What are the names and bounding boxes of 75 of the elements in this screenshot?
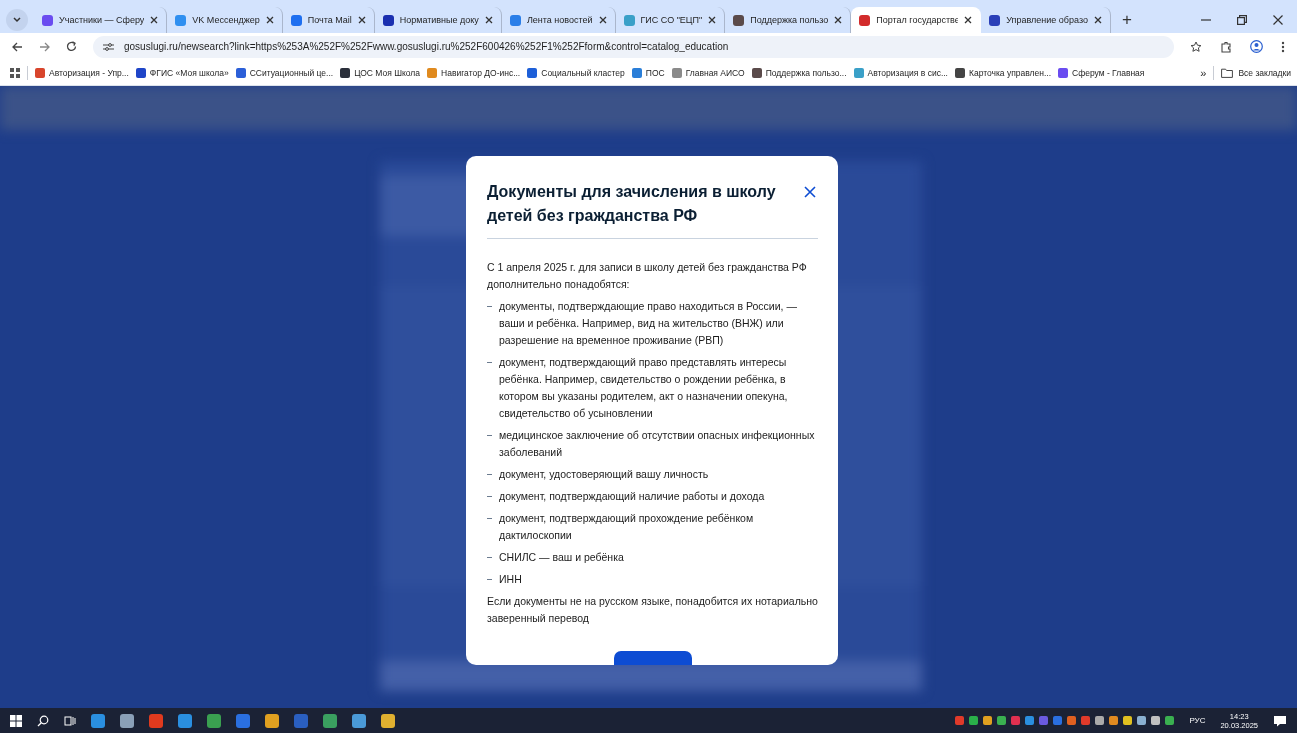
- tab-title: Лента новостей: [526, 15, 593, 25]
- menu-icon[interactable]: [1281, 40, 1285, 53]
- app-icon[interactable]: [91, 713, 105, 728]
- star-icon[interactable]: [1190, 40, 1202, 53]
- tab-title: VK Мессенджер: [192, 15, 260, 25]
- all-bookmarks-link[interactable]: Все закладки: [1238, 67, 1291, 78]
- restore-icon[interactable]: [1237, 15, 1247, 25]
- app-icon[interactable]: [352, 713, 366, 728]
- list-item-text: документ, подтверждающий прохождение ребёнком дактилоскопии: [499, 511, 755, 543]
- list-item-text: документ, удостоверяющий вашу личность: [499, 467, 709, 482]
- list-item-text: документ, подтверждающий наличие работы и дохода: [499, 489, 765, 504]
- close-icon[interactable]: [357, 16, 366, 24]
- bookmark-link[interactable]: Социальный кластер: [541, 67, 625, 78]
- windows-logo-icon[interactable]: [10, 714, 22, 727]
- bookmark-link[interactable]: ФГИС «Моя школа»: [149, 67, 229, 78]
- close-icon[interactable]: [265, 16, 274, 24]
- bookmark-link[interactable]: Авторизация - Упр...: [49, 67, 129, 78]
- app-icon[interactable]: [178, 713, 192, 728]
- close-icon[interactable]: [964, 16, 973, 24]
- list-item-text: ИНН: [499, 572, 522, 587]
- tab-title: Почта Mail: [307, 15, 352, 25]
- bookmark-link[interactable]: Поддержка пользо...: [765, 67, 847, 78]
- close-icon[interactable]: [708, 16, 717, 24]
- bookmark-link[interactable]: Навигатор ДО-инс...: [441, 67, 521, 78]
- intro-text: С 1 апреля 2025 г. для записи в школу детей без гражданства РФ дополнительно понадобятся:: [487, 260, 808, 292]
- dialog-title: Документы для зачисления в школу детей без гражданства РФ: [487, 182, 777, 226]
- bookmark-link[interactable]: Карточка управлен...: [968, 67, 1052, 78]
- apps-grid-icon[interactable]: [10, 67, 20, 78]
- close-icon[interactable]: [834, 16, 843, 24]
- bookmark-link[interactable]: ПОС: [645, 67, 665, 78]
- list-item-text: медицинское заключение об отсутствии опасных инфекционных заболеваний: [499, 428, 816, 460]
- profile-icon[interactable]: [1250, 40, 1263, 53]
- task-view-icon[interactable]: [64, 714, 76, 727]
- close-button[interactable]: [804, 186, 816, 198]
- bookmark-link[interactable]: ССитуационный це...: [249, 67, 334, 78]
- caret-icon: [13, 17, 21, 23]
- tab-title: Поддержка пользо: [750, 15, 829, 25]
- site-settings-icon[interactable]: [103, 41, 114, 52]
- new-tab-button[interactable]: +: [1116, 7, 1137, 33]
- extensions-icon[interactable]: [1220, 40, 1232, 53]
- tab-title: Нормативные доку: [399, 15, 479, 25]
- bookmark-link[interactable]: ЦОС Моя Школа: [354, 67, 421, 78]
- close-icon[interactable]: [150, 16, 159, 24]
- reload-icon[interactable]: [66, 41, 77, 52]
- bookmark-link[interactable]: Сферум - Главная: [1072, 67, 1145, 78]
- list-item-text: документы, подтверждающие право находиться в России, — ваши и ребёнка. Например, вид на жительство (ВНЖ) или разрешение на временное проживание (РВП): [499, 299, 798, 348]
- notification-icon[interactable]: [1273, 714, 1287, 727]
- close-icon[interactable]: [598, 16, 607, 24]
- app-icon[interactable]: [120, 713, 134, 728]
- tab-title: Участники — Сферу: [59, 15, 145, 25]
- forward-icon[interactable]: [39, 41, 50, 52]
- tab-title: Управление образо: [1006, 15, 1088, 25]
- language-indicator[interactable]: РУС: [1189, 716, 1206, 725]
- tab-title: ГИС СО "ЕЦП": [640, 15, 703, 25]
- bookmark-link[interactable]: Главная АИСО: [685, 67, 745, 78]
- app-icon[interactable]: [265, 713, 279, 728]
- list-item-text: СНИЛС — ваш и ребёнка: [499, 550, 624, 565]
- close-icon[interactable]: [1273, 15, 1283, 25]
- close-icon[interactable]: [1093, 16, 1102, 24]
- folder-icon: [1221, 67, 1234, 78]
- note-text: Если документы не на русском языке, понадобится их нотариально заверенный перевод: [487, 594, 818, 626]
- app-icon[interactable]: [381, 713, 395, 728]
- list-item-text: документ, подтверждающий право представлять интересы ребёнка. Например, свидетельство о рождении ребёнка, в котором вы указаны родителем, акт о назначении опекуна, свидетельство об усыновлении: [499, 355, 789, 421]
- close-icon[interactable]: [484, 16, 493, 24]
- bookmark-link[interactable]: Авторизация в сис...: [867, 67, 948, 78]
- dialog-button[interactable]: [613, 651, 692, 665]
- back-icon[interactable]: [12, 41, 23, 52]
- app-icon[interactable]: [149, 713, 163, 728]
- app-icon[interactable]: [323, 713, 337, 728]
- tab-search-button[interactable]: [6, 9, 28, 31]
- search-icon[interactable]: [37, 714, 49, 727]
- app-icon[interactable]: [236, 713, 250, 728]
- more-bookmarks-button[interactable]: »: [1200, 66, 1207, 79]
- app-icon[interactable]: [207, 713, 221, 728]
- close-icon: [804, 186, 816, 198]
